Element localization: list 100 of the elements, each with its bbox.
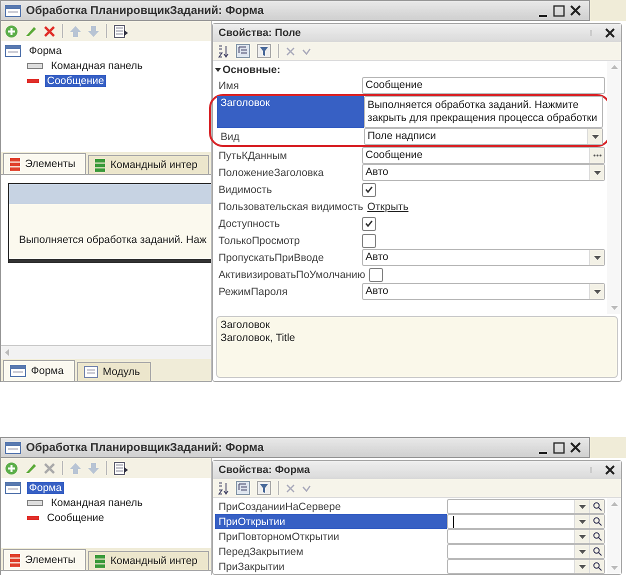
property-name[interactable]: ПриЗакрытии	[214, 559, 446, 574]
stack-icon	[95, 158, 106, 172]
form-view-icon[interactable]	[114, 24, 128, 38]
property-name[interactable]: Имя	[214, 77, 362, 94]
handler-field[interactable]	[446, 544, 605, 559]
select-field[interactable]: Авто	[362, 249, 605, 266]
panel-icon	[27, 63, 43, 69]
property-name[interactable]: ПоложениеЗаголовка	[214, 164, 362, 181]
open-link[interactable]: Открыть	[367, 200, 408, 212]
maximize-icon[interactable]	[553, 442, 565, 454]
check-icon[interactable]	[302, 48, 310, 54]
delete-icon[interactable]	[44, 26, 55, 36]
sort-icon[interactable]	[218, 44, 228, 58]
check-icon[interactable]	[302, 484, 310, 492]
clear-icon[interactable]	[286, 484, 294, 492]
tree-item[interactable]: Командная панель	[49, 60, 145, 72]
group-label[interactable]: Основные:	[222, 64, 280, 76]
clear-icon[interactable]	[286, 46, 294, 56]
checkbox[interactable]	[362, 216, 376, 230]
handler-field[interactable]	[446, 514, 605, 529]
tree-view-icon[interactable]	[236, 44, 250, 58]
property-name[interactable]: ПриПовторномОткрытии	[214, 529, 446, 544]
tab[interactable]: Форма	[3, 360, 75, 381]
scrollbar[interactable]	[607, 61, 621, 314]
checkbox[interactable]	[362, 234, 376, 248]
close-icon[interactable]	[605, 465, 615, 475]
form-icon	[10, 365, 26, 377]
dropdown-icon	[594, 290, 600, 294]
search-icon	[592, 547, 602, 556]
panel-icon	[27, 500, 43, 506]
form-view-icon[interactable]	[114, 462, 128, 474]
tree-item[interactable]: Сообщение	[45, 75, 106, 87]
check-icon	[364, 220, 372, 227]
scroll-left-icon	[5, 349, 9, 356]
tab[interactable]: Элементы	[3, 153, 86, 174]
property-name[interactable]: ПриОткрытии	[214, 514, 446, 529]
pencil-icon[interactable]	[25, 25, 37, 37]
property-name[interactable]: ТолькоПросмотр	[214, 232, 362, 249]
property-name[interactable]: ПутьКДанным	[214, 147, 362, 164]
tab[interactable]: Командный интер	[88, 155, 208, 174]
form-icon	[5, 482, 21, 494]
property-name[interactable]: ПередЗакрытием	[214, 544, 446, 559]
value-field[interactable]: Сообщение	[362, 147, 605, 164]
handler-field[interactable]	[446, 559, 605, 574]
value-field[interactable]: Сообщение	[362, 77, 605, 94]
property-name[interactable]: РежимПароля	[214, 283, 362, 300]
tab[interactable]: Элементы	[3, 549, 86, 570]
property-name[interactable]: ПриСозданииНаСервере	[214, 499, 446, 514]
property-name[interactable]: Заголовок	[216, 96, 364, 128]
value-field[interactable]: Выполняется обработка заданий. Нажмите закрыть для прекращения процесса обработки	[364, 96, 603, 128]
property-name[interactable]: Пользовательская видимость	[214, 198, 368, 215]
dropdown-icon	[592, 134, 598, 138]
tree-view-icon[interactable]	[236, 481, 250, 495]
expander-icon[interactable]	[214, 68, 220, 72]
property-name[interactable]: Вид	[216, 128, 364, 145]
select-field[interactable]: Авто	[362, 283, 605, 300]
add-icon[interactable]	[5, 24, 18, 38]
close-icon[interactable]	[605, 28, 615, 38]
property-name[interactable]: Видимость	[214, 181, 362, 198]
filter-icon[interactable]	[256, 44, 270, 58]
search-icon	[592, 517, 602, 526]
scroll-down-icon	[610, 306, 618, 310]
property-name[interactable]: Доступность	[214, 215, 362, 232]
scroll-up-icon	[610, 65, 618, 69]
tree-item[interactable]: Форма	[27, 482, 64, 494]
add-icon[interactable]	[5, 462, 18, 474]
tree-item[interactable]: Форма	[27, 45, 64, 57]
description-text: Заголовок	[220, 319, 270, 332]
tree-item[interactable]: Сообщение	[45, 512, 106, 524]
ellipsis-icon	[592, 154, 602, 157]
tab[interactable]: Командный интер	[88, 551, 208, 570]
select-field[interactable]: Авто	[362, 164, 605, 181]
property-name[interactable]: АктивизироватьПоУмолчанию	[214, 266, 370, 283]
search-icon	[592, 562, 602, 571]
checkbox[interactable]	[362, 182, 376, 196]
stack-icon	[10, 158, 20, 170]
pencil-icon[interactable]	[25, 462, 37, 474]
handler-field[interactable]	[446, 499, 605, 514]
handler-field[interactable]	[446, 529, 605, 544]
stack-icon	[95, 554, 106, 568]
search-icon	[592, 532, 602, 541]
maximize-icon[interactable]	[553, 4, 565, 16]
field-icon	[27, 78, 39, 84]
select-field[interactable]: Поле надписи	[364, 128, 603, 145]
check-icon	[364, 186, 372, 193]
dropdown-icon	[578, 520, 586, 524]
scrollbar[interactable]	[1, 345, 210, 359]
close-icon[interactable]	[570, 442, 581, 453]
scrollbar[interactable]	[607, 498, 621, 574]
document-icon	[84, 366, 98, 378]
tab[interactable]: Модуль	[76, 362, 151, 381]
sort-icon[interactable]	[218, 482, 228, 494]
filter-icon[interactable]	[256, 481, 270, 495]
form-icon	[5, 442, 21, 454]
property-name[interactable]: ПропускатьПриВводе	[214, 249, 362, 266]
tree-item[interactable]: Командная панель	[49, 497, 145, 509]
dropdown-icon	[578, 534, 586, 538]
checkbox[interactable]	[369, 268, 384, 282]
delete-icon[interactable]	[44, 462, 55, 474]
close-icon[interactable]	[570, 5, 581, 16]
